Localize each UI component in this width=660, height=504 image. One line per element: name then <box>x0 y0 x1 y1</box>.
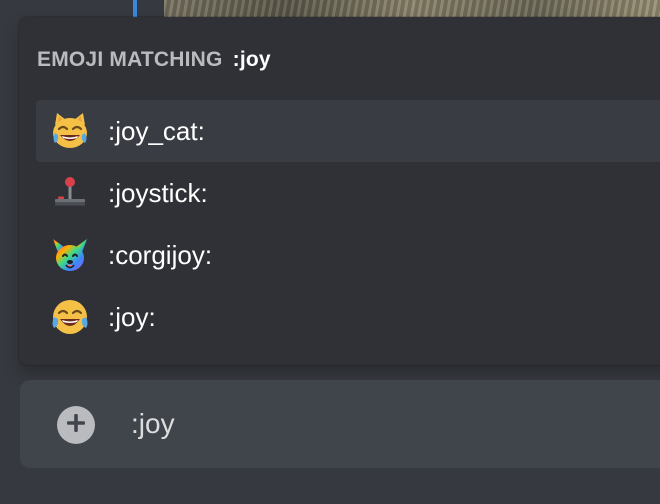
joy-cat-emoji-icon <box>50 111 90 151</box>
autocomplete-header-query: :joy <box>232 48 271 71</box>
emoji-autocomplete-popup: EMOJI MATCHING :joy:joy_cat::joystick:… <box>19 17 660 365</box>
message-composer[interactable]: :joy <box>20 380 660 468</box>
emoji-suggestion-joystick[interactable]: :joystick: <box>36 162 660 224</box>
message-image-attachment[interactable] <box>164 0 660 18</box>
emoji-suggestion-joy-cat[interactable]: :joy_cat: <box>36 100 660 162</box>
emoji-suggestion-label: :joy_cat: <box>108 115 205 146</box>
autocomplete-header: EMOJI MATCHING :joy <box>37 48 271 72</box>
autocomplete-header-label: EMOJI MATCHING <box>37 48 223 71</box>
emoji-suggestion-label: :corgijoy: <box>108 239 213 270</box>
joy-face-emoji-icon <box>50 297 90 337</box>
emoji-suggestion-list: :joy_cat: :joystick::corgijoy::joy: <box>36 100 660 348</box>
rainbow-corgi-emoji-icon <box>50 235 90 275</box>
message-input[interactable]: :joy <box>131 406 175 442</box>
emoji-suggestion-joy[interactable]: :joy: <box>36 286 660 348</box>
chat-view: EMOJI MATCHING :joy:joy_cat::joystick:… <box>0 0 660 504</box>
message-accent-bar <box>133 0 137 18</box>
emoji-suggestion-label: :joy: <box>108 301 156 332</box>
emoji-suggestion-corgijoy[interactable]: :corgijoy: <box>36 224 660 286</box>
emoji-suggestion-label: :joystick: <box>108 177 208 208</box>
plus-circle-icon <box>65 412 87 439</box>
attach-button[interactable] <box>57 406 95 444</box>
joystick-emoji-icon <box>50 173 90 213</box>
